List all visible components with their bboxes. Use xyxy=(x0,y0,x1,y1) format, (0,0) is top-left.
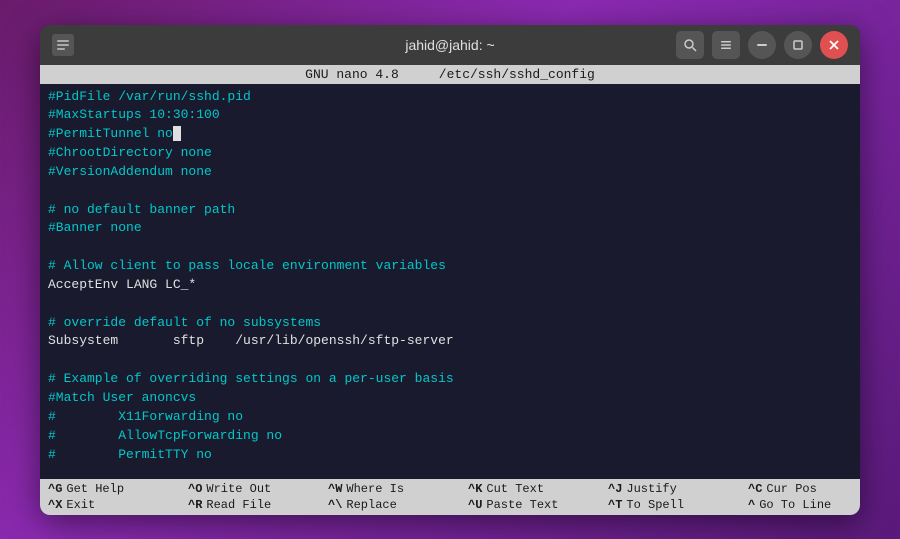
minimize-button[interactable] xyxy=(748,31,776,59)
footer-row-1: ^G Get Help ^O Write Out ^W Where Is ^K … xyxy=(40,481,860,497)
cmd-label: Where Is xyxy=(346,482,404,496)
editor-line: #PidFile /var/run/sshd.pid xyxy=(48,88,852,107)
cmd-get-help[interactable]: ^G Get Help xyxy=(44,482,184,496)
editor-line: # override default of no subsystems xyxy=(48,314,852,333)
cmd-key: ^C xyxy=(748,482,762,496)
editor-line: AcceptEnv LANG LC_* xyxy=(48,276,852,295)
cmd-label: Replace xyxy=(346,498,396,512)
editor-line: #VersionAddendum none xyxy=(48,163,852,182)
cmd-replace[interactable]: ^\ Replace xyxy=(324,498,464,512)
cmd-label: Read File xyxy=(206,498,271,512)
cmd-to-spell[interactable]: ^T To Spell xyxy=(604,498,744,512)
nano-header: GNU nano 4.8 /etc/ssh/sshd_config xyxy=(40,65,860,84)
cmd-key: ^U xyxy=(468,498,482,512)
cmd-cut-text[interactable]: ^K Cut Text xyxy=(464,482,604,496)
cmd-key: ^W xyxy=(328,482,342,496)
app-icon xyxy=(52,34,74,56)
editor-line: #PermitTunnel no xyxy=(48,125,852,144)
editor-line: # no default banner path xyxy=(48,201,852,220)
cmd-label: Go To Line xyxy=(759,498,831,512)
cmd-label: Justify xyxy=(626,482,676,496)
editor-line xyxy=(48,182,852,201)
nano-version: GNU nano 4.8 xyxy=(305,67,399,82)
editor-line: #Banner none xyxy=(48,219,852,238)
editor-line xyxy=(48,295,852,314)
cmd-label: Get Help xyxy=(66,482,124,496)
cmd-write-out[interactable]: ^O Write Out xyxy=(184,482,324,496)
cmd-label: Write Out xyxy=(206,482,271,496)
window-controls xyxy=(676,31,848,59)
editor-line: # PermitTTY no xyxy=(48,446,852,465)
maximize-button[interactable] xyxy=(784,31,812,59)
cmd-paste-text[interactable]: ^U Paste Text xyxy=(464,498,604,512)
cmd-label: Cur Pos xyxy=(766,482,816,496)
editor-line xyxy=(48,238,852,257)
titlebar-left xyxy=(52,34,74,56)
editor-content[interactable]: #PidFile /var/run/sshd.pid #MaxStartups … xyxy=(40,84,860,479)
cmd-key: ^R xyxy=(188,498,202,512)
footer-row-2: ^X Exit ^R Read File ^\ Replace ^U Paste… xyxy=(40,497,860,513)
editor-line: Subsystem sftp /usr/lib/openssh/sftp-ser… xyxy=(48,332,852,351)
editor-line: # Allow client to pass locale environmen… xyxy=(48,257,852,276)
editor-line: # X11Forwarding no xyxy=(48,408,852,427)
cmd-exit[interactable]: ^X Exit xyxy=(44,498,184,512)
editor-line: # AllowTcpForwarding no xyxy=(48,427,852,446)
cmd-key: ^O xyxy=(188,482,202,496)
cmd-key: ^J xyxy=(608,482,622,496)
editor-line xyxy=(48,351,852,370)
editor-line: #ChrootDirectory none xyxy=(48,144,852,163)
cmd-go-to-line[interactable]: ^ Go To Line xyxy=(744,498,860,512)
window-title: jahid@jahid: ~ xyxy=(405,37,494,53)
nano-footer: ^G Get Help ^O Write Out ^W Where Is ^K … xyxy=(40,479,860,515)
cmd-key: ^ xyxy=(748,498,755,512)
cmd-key: ^K xyxy=(468,482,482,496)
cmd-label: Paste Text xyxy=(486,498,558,512)
cmd-cur-pos[interactable]: ^C Cur Pos xyxy=(744,482,860,496)
cmd-label: Exit xyxy=(66,498,95,512)
editor-line: #MaxStartups 10:30:100 xyxy=(48,106,852,125)
menu-button[interactable] xyxy=(712,31,740,59)
editor-line: #Match User anoncvs xyxy=(48,389,852,408)
cmd-key: ^X xyxy=(48,498,62,512)
cmd-key: ^G xyxy=(48,482,62,496)
terminal-area: GNU nano 4.8 /etc/ssh/sshd_config #PidFi… xyxy=(40,65,860,515)
terminal-window: jahid@jahid: ~ xyxy=(40,25,860,515)
titlebar: jahid@jahid: ~ xyxy=(40,25,860,65)
cmd-read-file[interactable]: ^R Read File xyxy=(184,498,324,512)
cmd-key: ^\ xyxy=(328,498,342,512)
close-button[interactable] xyxy=(820,31,848,59)
search-button[interactable] xyxy=(676,31,704,59)
editor-line: # Example of overriding settings on a pe… xyxy=(48,370,852,389)
cmd-label: To Spell xyxy=(626,498,684,512)
nano-filename: /etc/ssh/sshd_config xyxy=(439,67,595,82)
cmd-key: ^T xyxy=(608,498,622,512)
cmd-justify[interactable]: ^J Justify xyxy=(604,482,744,496)
cmd-label: Cut Text xyxy=(486,482,544,496)
cmd-where-is[interactable]: ^W Where Is xyxy=(324,482,464,496)
